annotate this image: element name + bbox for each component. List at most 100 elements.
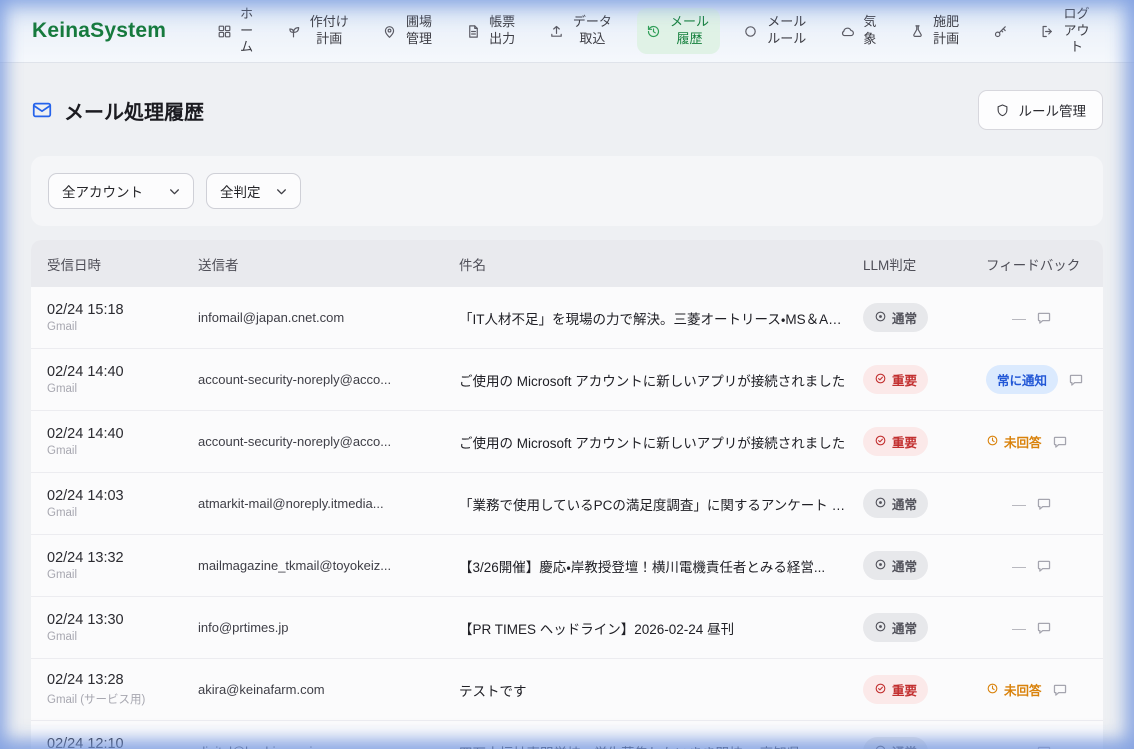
comment-icon[interactable] (1052, 434, 1068, 450)
chevron-down-icon (275, 185, 288, 198)
sender-address: mailmagazine_tkmail@toyokeiz... (198, 558, 459, 573)
rule-management-button[interactable]: ルール管理 (978, 90, 1104, 130)
table-row[interactable]: 02/24 14:03Gmailatmarkit-mail@noreply.it… (31, 472, 1103, 534)
nav-item-mail-history[interactable]: メール履歴 (637, 8, 720, 53)
verdict-badge-normal: 通常 (863, 737, 928, 749)
verdict-label: 通常 (892, 494, 917, 513)
table-row[interactable]: 02/24 14:40Gmailaccount-security-noreply… (31, 348, 1103, 410)
llm-verdict-cell: 通常 (863, 551, 986, 580)
main-content: メール処理履歴 ルール管理 全アカウント 全判定 受信日時 送信者 件名 LL (0, 63, 1134, 749)
verdict-badge-normal: 通常 (863, 613, 928, 642)
table-row[interactable]: 02/24 13:28Gmail (サービス用)akira@keinafarm.… (31, 658, 1103, 720)
circle-icon (743, 24, 758, 39)
comment-icon[interactable] (1068, 372, 1084, 388)
mail-subject: テストです (459, 680, 863, 700)
verdict-badge-important: 重要 (863, 427, 928, 456)
comment-icon[interactable] (1036, 496, 1052, 512)
app-window: KeinaSystem ホーム作付け計画圃場管理帳票出力データ取込メール履歴メー… (0, 0, 1134, 749)
circle-check-icon (874, 682, 887, 698)
mail-subject: 「IT人材不足」を現場の力で解決。三菱オートリース・MS＆AD... (459, 308, 863, 328)
verdict-label: 通常 (892, 556, 917, 575)
verdict-badge-normal: 通常 (863, 489, 928, 518)
nav-item-report-output[interactable]: 帳票出力 (457, 8, 526, 53)
received-datetime-cell: 02/24 12:10 (47, 736, 198, 749)
nav-item-planting-plan[interactable]: 作付け計画 (277, 8, 359, 53)
nav-item-label: 気象 (862, 14, 877, 47)
table-body: 02/24 15:18Gmailinfomail@japan.cnet.com「… (31, 287, 1103, 749)
table-row[interactable]: 02/24 14:40 Gmailaccount-security-noreply… (31, 410, 1103, 472)
received-datetime-cell: 02/24 14:40Gmail (47, 364, 198, 396)
account-filter-select[interactable]: 全アカウント (48, 173, 194, 209)
nav-item-home[interactable]: ホーム (208, 0, 263, 62)
table-row[interactable]: 02/24 13:32 Gmailmailmagazine_tkmail@toyo… (31, 534, 1103, 596)
comment-icon[interactable] (1036, 744, 1052, 749)
page-header: メール処理履歴 ルール管理 (31, 90, 1103, 130)
feedback-cell: — (986, 310, 1103, 326)
received-datetime: 02/24 13:32 (47, 550, 198, 566)
account-name: Gmail (サービス用) (47, 691, 198, 707)
table-row[interactable]: 02/24 15:18Gmailinfomail@japan.cnet.com「… (31, 287, 1103, 348)
nav-item-label: 施肥計画 (932, 14, 961, 47)
sender-address: account-security-noreply@acco... (198, 434, 459, 449)
mail-subject: 四万十福祉専門学校、学生募集しないまま開校へ 高知県... (459, 742, 863, 749)
received-datetime: 02/24 14:03 (47, 488, 198, 504)
account-name: Gmail (47, 569, 198, 582)
table-row[interactable]: 02/24 12:10digital@kochinews.jp四万十福祉専門学校… (31, 720, 1103, 749)
mail-history-table: 受信日時 送信者 件名 LLM判定 フィードバック 02/24 15:18Gma… (31, 240, 1103, 749)
circle-check-icon (874, 372, 887, 388)
verdict-filter-select[interactable]: 全判定 (206, 173, 301, 209)
feedback-cell: 未回答 (986, 680, 1103, 699)
app-logo: KeinaSystem (32, 19, 166, 43)
received-datetime: 02/24 12:10 (47, 736, 198, 749)
circle-dot-icon (874, 558, 887, 574)
received-datetime-cell: 02/24 13:28Gmail (サービス用) (47, 672, 198, 707)
feedback-cell: — (986, 558, 1103, 574)
mail-subject: 【3/26開催】慶応・岸教授登壇！横川電機責任者とみる経営... (459, 556, 863, 576)
comment-icon[interactable] (1052, 682, 1068, 698)
account-name: Gmail (47, 631, 198, 644)
received-datetime-cell: 02/24 14:40 Gmail (47, 426, 198, 458)
circle-check-icon (874, 434, 887, 450)
nav-item-field-management[interactable]: 圃場管理 (373, 8, 442, 53)
nav-item-label: 作付け計画 (308, 14, 350, 47)
verdict-label: 通常 (892, 742, 917, 749)
comment-icon[interactable] (1036, 558, 1052, 574)
account-filter-value: 全アカウント (62, 181, 143, 201)
table-row[interactable]: 02/24 13:30Gmailinfo@prtimes.jp【PR TIMES… (31, 596, 1103, 658)
column-header-subject: 件名 (459, 254, 863, 274)
received-datetime: 02/24 15:18 (47, 302, 198, 318)
received-datetime: 02/24 14:40 (47, 426, 198, 442)
nav-item-logout[interactable]: ログアウト (1031, 0, 1100, 62)
nav-item-fertilizer-plan[interactable]: 施肥計画 (901, 8, 970, 53)
key-icon (993, 24, 1008, 39)
llm-verdict-cell: 重要 (863, 365, 986, 394)
circle-dot-icon (874, 310, 887, 326)
feedback-badge-unanswered: 未回答 (986, 680, 1042, 699)
comment-icon[interactable] (1036, 310, 1052, 326)
verdict-label: 重要 (892, 370, 917, 389)
mail-subject: ご使用の Microsoft アカウントに新しいアプリが接続されました (459, 432, 863, 452)
nav-item-label: メール履歴 (668, 14, 711, 47)
nav-item-mail-rules[interactable]: メールルール (734, 8, 817, 53)
flask-icon (910, 24, 925, 39)
verdict-label: 通常 (892, 618, 917, 637)
document-icon (466, 24, 481, 39)
comment-icon[interactable] (1036, 620, 1052, 636)
llm-verdict-cell: 通常 (863, 613, 986, 642)
verdict-filter-value: 全判定 (220, 181, 261, 201)
received-datetime-cell: 02/24 13:32 Gmail (47, 550, 198, 582)
verdict-label: 重要 (892, 680, 917, 699)
nav-item-data-import[interactable]: データ取込 (540, 8, 623, 53)
mail-subject: 【PR TIMES ヘッドライン】2026-02-24 昼刊 (459, 618, 863, 638)
llm-verdict-cell: 重要 (863, 675, 986, 704)
account-name: Gmail (47, 445, 198, 458)
map-pin-icon (382, 24, 397, 39)
nav-item-weather[interactable]: 気象 (831, 8, 886, 53)
shield-icon (995, 103, 1010, 118)
cloud-icon (840, 24, 855, 39)
nav-item-api-key[interactable] (984, 18, 1017, 45)
rule-management-label: ルール管理 (1019, 100, 1087, 120)
clock-icon (986, 434, 999, 450)
verdict-badge-normal: 通常 (863, 303, 928, 332)
mail-icon (31, 99, 53, 121)
